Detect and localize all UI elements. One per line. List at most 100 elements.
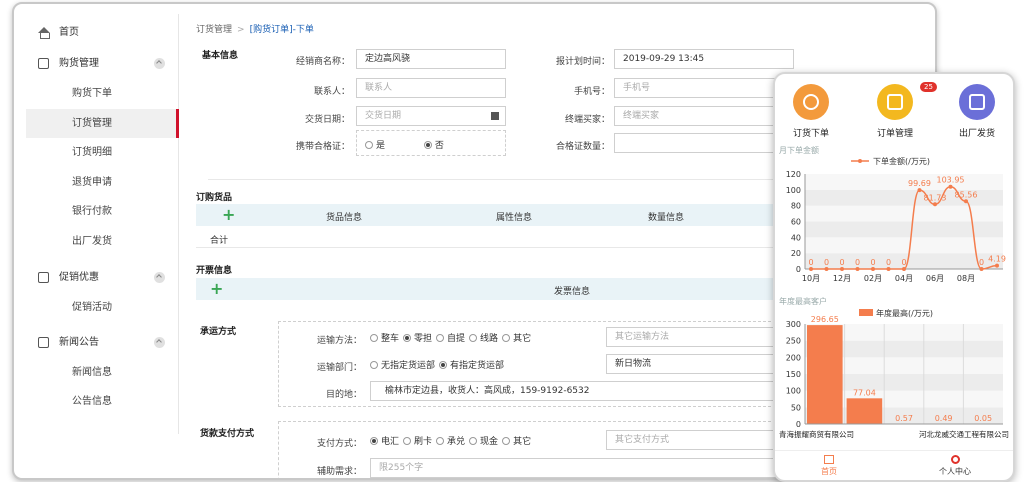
grid-band	[805, 237, 1003, 254]
buyer-input[interactable]: 终端买家	[614, 106, 794, 126]
data-label: 0	[870, 258, 875, 267]
grid-band	[805, 174, 1003, 190]
sidebar-item-purchase-order[interactable]: 购货下单	[26, 79, 179, 108]
contact-input[interactable]: 联系人	[356, 78, 506, 98]
dest-input[interactable]: 榆林市定边县，收货人：高风成，159-9192-6532	[370, 381, 796, 401]
data-point	[809, 267, 813, 271]
y-tick-label: 80	[791, 202, 801, 211]
phone-tab-shipment[interactable]: 出厂发货	[942, 126, 1012, 139]
x-tick-label: 02月	[864, 274, 882, 283]
sidebar-item-shipment[interactable]: 出厂发货	[26, 227, 179, 256]
pay-method-radio-1[interactable]: 刷卡	[403, 437, 432, 447]
x-tick-label: 10月	[802, 274, 820, 283]
goods-table-header: + 货品信息 属性信息 数量信息	[196, 204, 796, 226]
cert-no-radio[interactable]: 否	[423, 141, 444, 151]
ship-dept-radio-group: 无指定货运部 有指定货运部	[370, 358, 508, 371]
data-label: 103.95	[937, 176, 965, 185]
ship-method-radio-1[interactable]: 零担	[403, 334, 432, 344]
pay-method-radio-2[interactable]: 承兑	[436, 437, 465, 447]
add-invoice-icon[interactable]: +	[210, 281, 223, 297]
grid-band	[805, 205, 1003, 222]
ship-method-radio-2[interactable]: 自提	[436, 334, 465, 344]
order-manage-icon[interactable]	[877, 84, 913, 120]
col-invoice: 发票信息	[554, 287, 591, 297]
clipboard-icon	[38, 272, 49, 283]
data-label: 85.56	[955, 190, 978, 199]
plan-time-input[interactable]: 2019-09-29 13:45	[614, 49, 794, 69]
divider	[196, 247, 796, 248]
data-label: 0	[824, 258, 829, 267]
radio-dot	[439, 361, 448, 369]
pay-method-label: 支付方式：	[316, 439, 362, 449]
sidebar: 首页 购货管理 购货下单 订货管理 订货明细 退货申请 银行付款 出厂发货 促销…	[26, 14, 179, 434]
dealer-input[interactable]: 定边高风骁	[356, 49, 506, 69]
radio-dot	[370, 334, 378, 342]
sidebar-group-news[interactable]: 新闻公告	[26, 328, 179, 357]
sidebar-item-return[interactable]: 退货申请	[26, 168, 179, 197]
pay-other-input[interactable]: 其它支付方式	[606, 430, 796, 450]
y-tick-label: 20	[791, 249, 801, 258]
x-tick-label: 06月	[926, 274, 944, 283]
ship-dept-radio-0[interactable]: 无指定货运部	[370, 361, 435, 371]
ship-method-radio-0[interactable]: 整车	[370, 334, 399, 344]
ship-other-input[interactable]: 其它运输方法	[606, 327, 796, 347]
breadcrumb-root[interactable]: 订货管理	[196, 25, 232, 35]
extra-input[interactable]: 限255个字	[370, 458, 796, 478]
sidebar-item-order-detail[interactable]: 订货明细	[26, 138, 179, 167]
chevron-up-icon[interactable]	[154, 272, 165, 283]
sidebar-item-news[interactable]: 新闻信息	[26, 358, 179, 387]
buyer-placeholder: 终端买家	[623, 111, 660, 121]
cert-yes-radio[interactable]: 是	[365, 141, 385, 151]
sidebar-item-notice[interactable]: 公告信息	[26, 387, 179, 416]
phone-footer: 首页 个人中心	[775, 450, 1013, 480]
footer-me-label: 个人中心	[939, 467, 971, 476]
sidebar-group-purchase[interactable]: 购货管理	[26, 49, 179, 78]
data-point	[840, 267, 844, 271]
footer-me[interactable]: 个人中心	[925, 455, 985, 477]
ship-method-radio-4[interactable]: 其它	[502, 334, 531, 344]
col-goods: 货品信息	[326, 213, 363, 223]
radio-dot	[502, 334, 511, 342]
sidebar-item-home[interactable]: 首页	[26, 18, 179, 47]
pay-method-radio-3[interactable]: 现金	[469, 437, 498, 447]
y-tick-label: 250	[786, 337, 801, 346]
calendar-icon[interactable]	[491, 112, 499, 120]
sidebar-item-order-manage[interactable]: 订货管理	[26, 109, 179, 138]
extra-label: 辅助需求：	[316, 467, 362, 477]
data-point	[933, 202, 937, 207]
shipment-icon[interactable]	[959, 84, 995, 120]
contact-label: 联系人：	[313, 87, 350, 97]
phone-input[interactable]: 手机号	[614, 78, 794, 98]
sidebar-group-promo[interactable]: 促销优惠	[26, 263, 179, 292]
cert-count-input[interactable]	[614, 133, 794, 153]
ship-dept-input[interactable]: 新日物流	[606, 354, 796, 374]
data-label: 81.73	[924, 193, 947, 202]
radio-dot	[370, 437, 378, 445]
radio-dot	[469, 334, 478, 342]
data-label: 0	[839, 258, 844, 267]
ship-method-radio-3[interactable]: 线路	[469, 334, 498, 344]
data-point	[948, 184, 953, 189]
order-create-icon[interactable]	[793, 84, 829, 120]
footer-home[interactable]: 首页	[799, 455, 859, 477]
legend-label: 年度最高(/万元)	[876, 308, 933, 318]
data-point	[995, 263, 999, 268]
sidebar-item-promo-activity[interactable]: 促销活动	[26, 293, 179, 322]
pay-method-radio-0[interactable]: 电汇	[370, 437, 399, 447]
pay-method-radio-4[interactable]: 其它	[502, 437, 531, 447]
delivery-input[interactable]: 交货日期	[356, 106, 506, 126]
ship-dept-radio-1[interactable]: 有指定货运部	[439, 361, 504, 371]
chevron-up-icon[interactable]	[154, 58, 165, 69]
data-label: 0	[901, 258, 906, 267]
phone-tab-order-manage[interactable]: 订单管理	[860, 126, 930, 139]
plan-time-label: 报计划时间：	[555, 57, 610, 67]
add-goods-icon[interactable]: +	[222, 207, 235, 223]
y-tick-label: 60	[791, 218, 801, 227]
dest-label: 目的地：	[325, 390, 362, 400]
invoice-table-header: + 发票信息	[196, 278, 796, 300]
phone-tab-order-create[interactable]: 订货下单	[776, 126, 846, 139]
chevron-up-icon[interactable]	[154, 337, 165, 348]
data-label: 4.19	[988, 255, 1006, 264]
sidebar-item-bank-payment[interactable]: 银行付款	[26, 197, 179, 226]
data-label: 0.05	[974, 414, 992, 423]
